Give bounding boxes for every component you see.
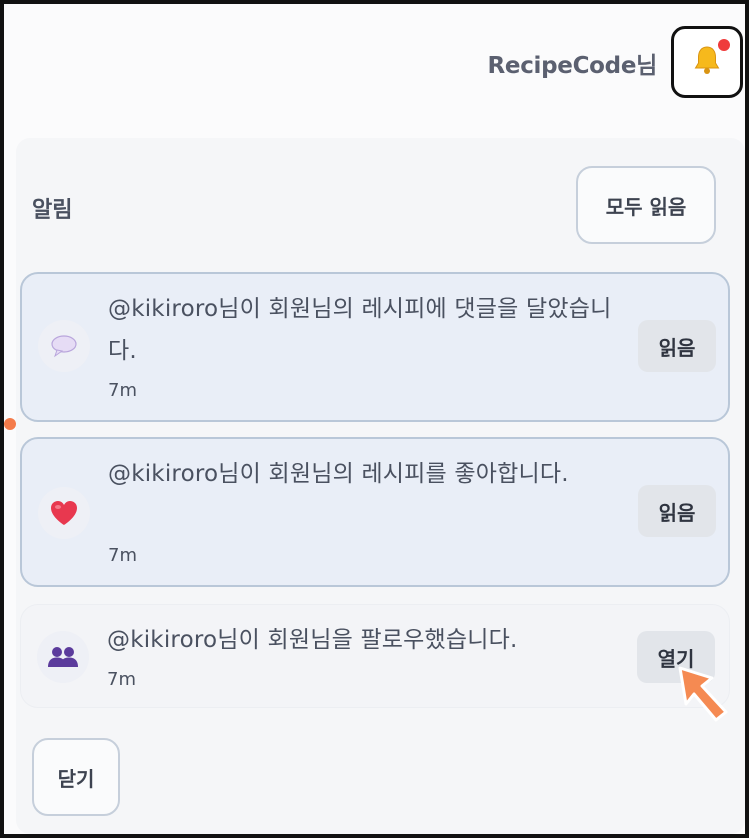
- heart-icon: [38, 487, 90, 539]
- notification-message: @kikiroro님이 회원님의 레시피를 좋아합니다.: [108, 461, 569, 487]
- notification-item[interactable]: @kikiroro님이 회원님을 팔로우했습니다. 7m 열기: [20, 604, 730, 708]
- notification-item[interactable]: @kikiroro님이 회원님의 레시피에 댓글을 달았습니다. 7m 읽음: [20, 272, 730, 422]
- notification-message: @kikiroro님이 회원님의 레시피에 댓글을 달았습니다.: [108, 296, 612, 364]
- speech-bubble-icon: [38, 320, 90, 372]
- mark-read-button[interactable]: 읽음: [638, 320, 716, 372]
- unread-indicator-dot: [718, 39, 730, 51]
- read-all-button[interactable]: 모두 읽음: [576, 166, 716, 244]
- notification-message: @kikiroro님이 회원님을 팔로우했습니다.: [107, 627, 518, 653]
- notification-time: 7m: [108, 545, 137, 566]
- username-label: RecipeCode님: [487, 53, 658, 79]
- notification-time: 7m: [108, 380, 137, 401]
- mark-read-button[interactable]: 읽음: [638, 485, 716, 537]
- close-button[interactable]: 닫기: [32, 738, 120, 816]
- notification-panel: 알림 모두 읽음 @kikiroro님이 회원님의 레시피에 댓글을 달았습니다…: [16, 138, 745, 834]
- notification-time: 7m: [107, 669, 136, 690]
- bell-icon: [692, 44, 722, 80]
- notification-window: RecipeCode님 알림 모두 읽음 @kikiroro님이 회원님의 레시…: [0, 0, 749, 838]
- notification-bell-button[interactable]: [671, 26, 743, 98]
- notification-item[interactable]: @kikiroro님이 회원님의 레시피를 좋아합니다. 7m 읽음: [20, 437, 730, 587]
- pointer-cursor-icon: [678, 666, 728, 722]
- scroll-marker-dot: [4, 418, 16, 430]
- top-bar: RecipeCode님: [4, 4, 745, 122]
- panel-title: 알림: [32, 198, 73, 223]
- users-icon: [37, 631, 89, 683]
